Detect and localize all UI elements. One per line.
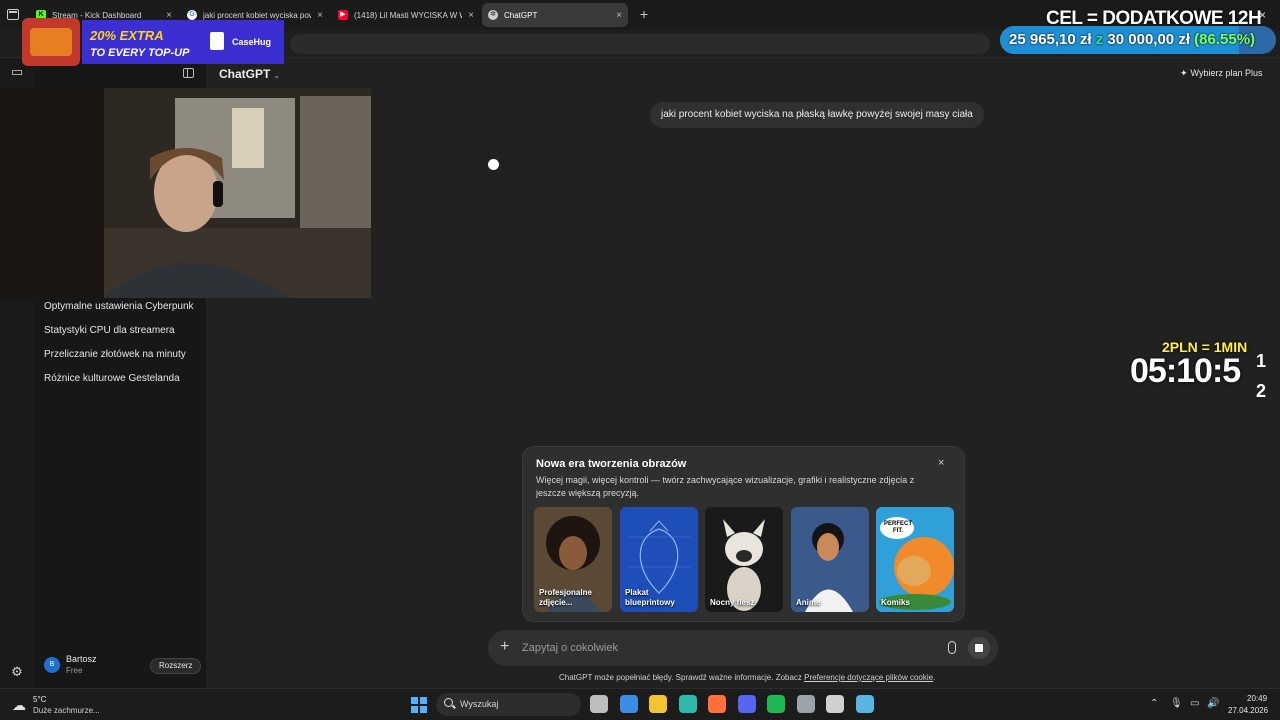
firefox-icon[interactable] [708,695,726,713]
sponsor-subline: TO EVERY TOP-UP [90,47,190,59]
promo-card-label: Nocny flesz [710,598,755,607]
model-name: ChatGPT [219,67,271,81]
promo-card-label: Plakat blueprintowy [625,588,675,607]
chat-history-item[interactable]: Optymalne ustawienia Cyberpunk [44,301,194,312]
chevron-down-icon: ⌄ [273,71,281,80]
promo-title: Nowa era tworzenia obrazów [536,458,687,470]
avatar: B [44,656,60,673]
goal-progress-text: 25 965,10 zł z 30 000,00 zł (86.55%) [1009,31,1255,48]
sponsor-headline: 20% EXTRA [90,28,164,43]
close-tab-icon[interactable]: × [468,10,474,21]
model-selector[interactable]: ChatGPT ⌄ [219,67,280,81]
subathon-timer: 05:10:5 [1130,352,1241,390]
cookie-preferences-link[interactable]: Preferencje dotyczące plików cookie [804,673,933,682]
sponsor-brand: CaseHug [232,37,272,47]
close-tab-icon[interactable]: × [317,10,323,21]
discord-icon[interactable] [737,695,756,713]
user-message: jaki procent kobiet wyciska na płaską ła… [650,102,984,128]
sparkle-icon: ✦ [1180,68,1188,78]
clock-date[interactable]: 27.04.2026 [1228,706,1268,715]
search-placeholder: Wyszukaj [460,699,499,709]
store-icon[interactable] [619,695,638,713]
close-tab-icon[interactable]: × [616,10,622,21]
webcam-overlay [0,88,371,298]
microphone-icon[interactable] [948,641,956,654]
new-tab-button[interactable]: + [636,6,652,22]
promo-card-blueprint-poster[interactable]: Plakat blueprintowy [620,507,698,612]
chat-history-item[interactable]: Różnice kulturowe Gestelanda [44,373,180,384]
settings-icon[interactable] [796,695,815,713]
upgrade-plan-link[interactable]: ✦ Wybierz plan Plus [1180,68,1263,79]
promo-card-night-flash[interactable]: Nocny flesz [705,507,783,612]
chatgpt-icon: ✲ [488,10,498,20]
file-explorer-icon[interactable] [649,695,667,713]
goal-current: 25 965,10 zł [1009,31,1092,48]
anime-character-image [805,523,853,612]
subathon-timer-digits: 1 2 [1256,351,1267,401]
volume-icon[interactable]: 🔊 [1207,698,1219,709]
youtube-icon: ▶ [338,10,348,20]
user-profile[interactable]: B Bartosz Free [44,654,97,675]
promo-card-anime[interactable]: Anime [791,507,869,612]
disclaimer: ChatGPT może popełniać błędy. Sprawdź wa… [559,673,935,682]
streamer-webcam-image [0,88,371,298]
show-hidden-icons[interactable]: ⌃ [1150,698,1158,709]
message-composer: + Zapytaj o cokolwiek [488,630,998,666]
disclaimer-text: ChatGPT może popełniać błędy. Sprawdź wa… [559,673,805,682]
dog-image [723,519,765,611]
goal-percent: (86.55%) [1194,31,1256,48]
donation-goal-bar: 25 965,10 zł z 30 000,00 zł (86.55%) [1000,26,1276,54]
stop-generating-button[interactable] [968,637,990,659]
tab-title: (1418) Lil Masti WYCISKA W Wi [354,10,463,20]
promo-card-comic[interactable]: PERFECT FIT. Komiks [876,507,954,612]
weather-temperature[interactable]: 5°C [33,695,46,704]
add-attachment-button[interactable]: + [500,638,509,656]
upgrade-plan-label: Wybierz plan Plus [1190,68,1263,78]
tab-actions-icon[interactable] [7,9,19,20]
goal-target: 30 000,00 zł [1107,31,1190,48]
chat-history-item[interactable]: Statystyki CPU dla streamera [44,325,175,336]
toggle-sidebar-icon[interactable] [183,68,194,78]
sponsor-banner[interactable]: 20% EXTRA TO EVERY TOP-UP CaseHug [22,18,284,66]
settings-icon[interactable]: ⚙ [9,664,25,680]
image-generation-promo: Nowa era tworzenia obrazów Więcej magii,… [522,446,965,622]
promo-card-label: Anime [796,598,821,607]
promo-card-professional-photo[interactable]: Profesjonalne zdjęcie... [534,507,612,612]
weather-cloud-icon[interactable]: ☁ [12,697,26,714]
tab-title: ChatGPT [504,10,538,20]
chat-history-item[interactable]: Przeliczanie złotówek na minuty [44,349,186,360]
address-bar[interactable] [290,34,990,54]
clock-time[interactable]: 20:49 [1247,694,1267,703]
obs-icon[interactable] [826,695,844,713]
notepad-icon[interactable] [855,695,874,713]
windows-taskbar: ☁ 5°C Duże zachmurze... Wyszukaj ⌃ 🎙 ▭ 🔊… [0,688,1280,720]
network-icon[interactable]: ▭ [1190,698,1199,709]
tab-youtube[interactable]: ▶ (1418) Lil Masti WYCISKA W Wi × [332,3,480,27]
microphone-icon[interactable]: 🎙 [1170,698,1183,709]
sidebar-icon[interactable]: ▭ [9,64,25,80]
user-plan: Free [66,666,83,675]
promo-card-label: Profesjonalne zdjęcie... [539,588,592,607]
close-icon[interactable]: × [1259,8,1266,22]
disclaimer-end: . [933,673,936,682]
taskbar-search[interactable]: Wyszukaj [436,693,581,716]
edge-icon[interactable] [678,695,697,713]
user-name: Bartosz [66,654,97,664]
close-icon[interactable]: × [938,457,944,469]
spotify-icon[interactable] [767,695,785,713]
task-view-icon[interactable] [590,695,608,713]
promo-description: Więcej magii, więcej kontroli — twórz za… [536,475,915,498]
upgrade-button[interactable]: Rozszerz [150,658,202,674]
prompt-input[interactable]: Zapytaj o cokolwiek [522,642,618,654]
weather-description[interactable]: Duże zachmurze... [33,706,100,715]
tab-chatgpt[interactable]: ✲ ChatGPT × [482,3,628,27]
windows-start-icon[interactable] [411,697,427,713]
response-loading-indicator [488,159,499,170]
promo-card-label: Komiks [881,598,910,607]
search-icon [444,698,453,707]
comic-speech-bubble: PERFECT FIT. [883,521,912,534]
goal-separator: z [1095,31,1104,48]
